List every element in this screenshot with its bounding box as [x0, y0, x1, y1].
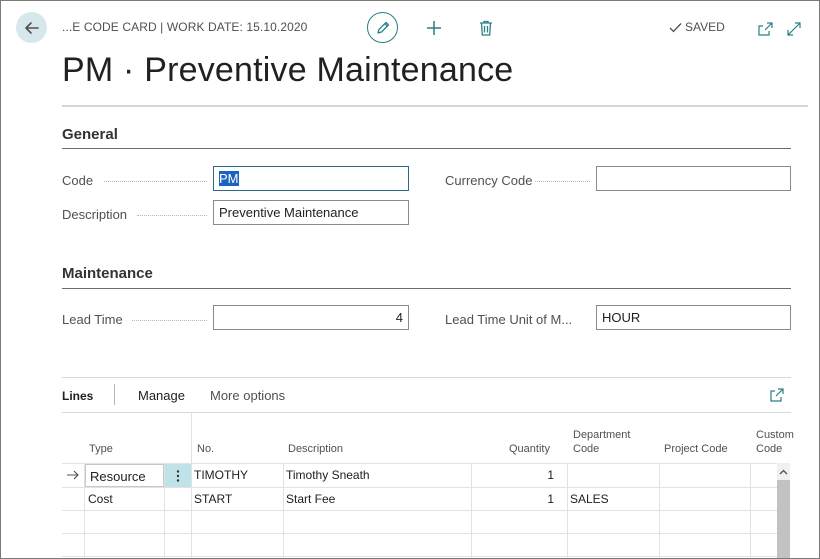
currency-code-leader-dots — [535, 181, 590, 182]
section-title-maintenance[interactable]: Maintenance — [62, 265, 153, 282]
lead-time-leader-dots — [132, 320, 207, 321]
grid-divider — [567, 463, 568, 558]
column-header-no[interactable]: No. — [197, 442, 214, 456]
new-button[interactable] — [425, 19, 443, 37]
table-row-type-cell[interactable]: Resource — [85, 464, 164, 487]
back-button[interactable] — [16, 12, 47, 43]
column-header-project-code[interactable]: Project Code — [664, 442, 728, 456]
table-row-type-cell[interactable]: Cost — [88, 492, 113, 506]
grid-divider — [659, 463, 660, 558]
section-title-general[interactable]: General — [62, 126, 118, 143]
expand-button[interactable] — [786, 21, 802, 37]
lead-time-field[interactable]: 4 — [213, 305, 409, 330]
column-header-type[interactable]: Type — [89, 442, 113, 456]
plus-icon — [427, 21, 441, 35]
code-field[interactable]: PM — [213, 166, 409, 191]
saved-status: SAVED — [669, 20, 725, 34]
currency-code-label: Currency Code — [445, 173, 533, 188]
grid-row-line — [62, 510, 777, 511]
grid-divider — [471, 463, 472, 558]
section-divider-general — [62, 148, 791, 149]
trash-icon — [480, 20, 492, 36]
description-leader-dots — [137, 215, 207, 216]
pencil-icon — [376, 21, 389, 34]
column-header-description[interactable]: Description — [288, 442, 343, 456]
table-row-no-cell[interactable]: TIMOTHY — [194, 468, 248, 482]
lead-time-unit-label: Lead Time Unit of M... — [445, 312, 573, 327]
code-label: Code — [62, 173, 94, 188]
column-header-customer-line2: Code — [756, 443, 783, 455]
section-divider-maintenance — [62, 288, 791, 289]
tab-lines[interactable]: Lines — [62, 389, 93, 403]
column-header-department-line1: Department — [573, 429, 631, 441]
chevron-up-icon — [779, 469, 788, 474]
pop-out-icon — [770, 388, 784, 402]
expand-icon — [787, 22, 801, 36]
column-header-department-line2: Code — [573, 443, 600, 455]
page-title: PM · Preventive Maintenance — [62, 51, 514, 89]
grid-row-line — [62, 487, 777, 488]
arrow-left-icon — [24, 21, 39, 34]
grid-divider — [283, 463, 284, 558]
grid-divider — [191, 413, 192, 558]
grid-row-line — [62, 556, 777, 557]
checkmark-icon — [669, 22, 682, 32]
lines-bottom-divider — [62, 412, 791, 413]
row-actions-button[interactable] — [165, 464, 191, 487]
open-in-new-window-icon — [757, 22, 773, 36]
grid-row-line — [62, 533, 777, 534]
scroll-up-button[interactable] — [777, 465, 790, 478]
lines-expand-button[interactable] — [769, 387, 785, 403]
arrow-right-icon — [67, 470, 79, 480]
table-row-description-cell[interactable]: Start Fee — [286, 492, 335, 506]
tab-more-options[interactable]: More options — [210, 388, 285, 403]
breadcrumb: ...E CODE CARD | WORK DATE: 15.10.2020 — [62, 20, 308, 34]
table-row-quantity-cell[interactable]: 1 — [541, 468, 554, 482]
table-row-description-cell[interactable]: Timothy Sneath — [286, 468, 370, 482]
delete-button[interactable] — [477, 19, 495, 37]
lines-toolbar-separator — [114, 384, 115, 405]
code-value: PM — [219, 171, 239, 186]
saved-label: SAVED — [685, 20, 725, 34]
title-divider — [62, 105, 808, 107]
grid-divider — [750, 463, 751, 558]
description-field[interactable]: Preventive Maintenance — [213, 200, 409, 225]
lead-time-label: Lead Time — [62, 312, 123, 327]
column-header-customer-code[interactable]: Custom Code — [756, 428, 794, 456]
lines-top-divider — [62, 377, 791, 378]
scrollbar-thumb[interactable] — [777, 480, 790, 558]
table-row-department-cell[interactable]: SALES — [570, 492, 609, 506]
column-header-customer-line1: Custom — [756, 429, 794, 441]
item-journal-code-card-window: ...E CODE CARD | WORK DATE: 15.10.2020 S… — [0, 0, 820, 559]
currency-code-field[interactable] — [596, 166, 791, 191]
description-label: Description — [62, 207, 128, 222]
tab-manage[interactable]: Manage — [138, 388, 185, 403]
table-row-quantity-cell[interactable]: 1 — [541, 492, 554, 506]
code-leader-dots — [104, 181, 207, 182]
open-new-window-button[interactable] — [757, 21, 773, 37]
column-header-department-code[interactable]: Department Code — [573, 428, 630, 456]
column-header-quantity[interactable]: Quantity — [509, 442, 550, 456]
table-row-no-cell[interactable]: START — [194, 492, 232, 506]
edit-button[interactable] — [367, 12, 398, 43]
current-row-indicator — [65, 469, 81, 481]
more-vertical-icon — [176, 469, 180, 482]
lead-time-unit-field[interactable]: HOUR — [596, 305, 791, 330]
